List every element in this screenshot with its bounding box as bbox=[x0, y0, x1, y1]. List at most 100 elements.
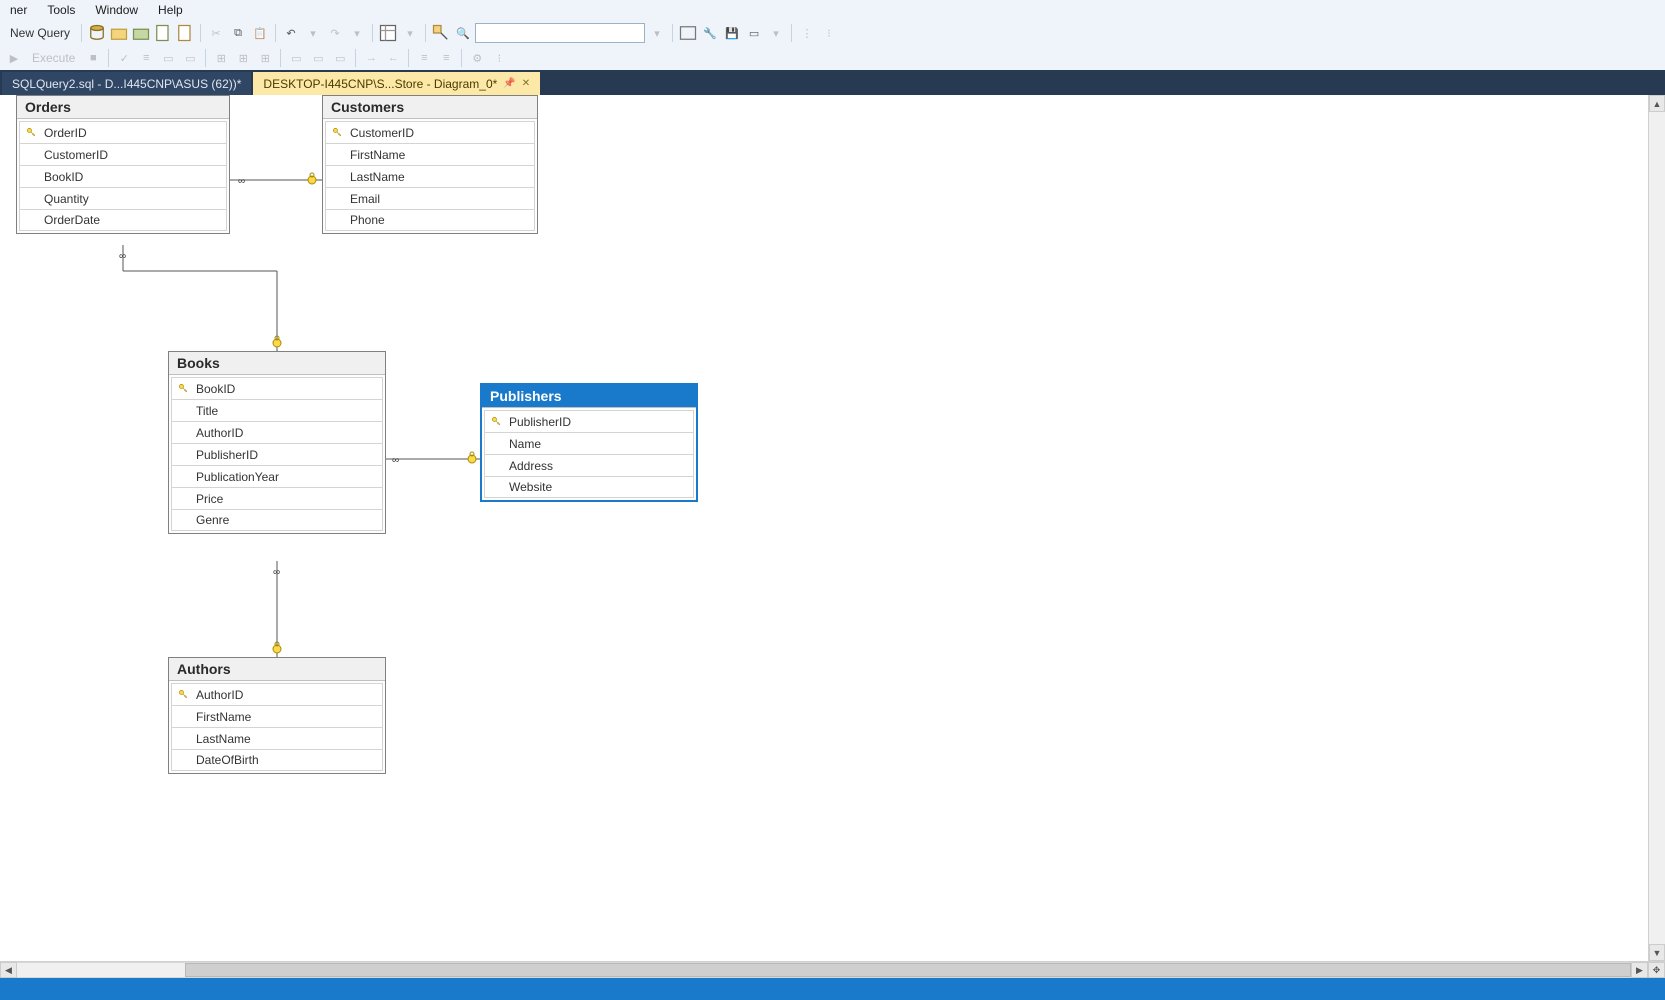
menu-item-designer[interactable]: ner bbox=[0, 0, 37, 20]
play-icon[interactable]: ▶ bbox=[4, 48, 24, 68]
indent-icon[interactable]: → bbox=[361, 48, 381, 68]
table-column[interactable]: OrderDate bbox=[19, 209, 227, 231]
grid-icon-2[interactable]: ⊞ bbox=[233, 48, 253, 68]
menu-item-help[interactable]: Help bbox=[148, 0, 193, 20]
properties-icon[interactable] bbox=[378, 23, 398, 43]
undo-dropdown-icon[interactable]: ▾ bbox=[303, 23, 323, 43]
table-title[interactable]: Customers bbox=[323, 96, 537, 119]
table-column[interactable]: Genre bbox=[171, 509, 383, 531]
folder-icon[interactable] bbox=[109, 23, 129, 43]
document-icon[interactable] bbox=[153, 23, 173, 43]
table-column[interactable]: Quantity bbox=[19, 187, 227, 209]
dropdown2-icon[interactable]: ▾ bbox=[647, 23, 667, 43]
menu-item-tools[interactable]: Tools bbox=[37, 0, 85, 20]
execute-button[interactable]: Execute bbox=[26, 48, 81, 68]
uncomment-icon[interactable]: ≡ bbox=[436, 48, 456, 68]
table-column[interactable]: Phone bbox=[325, 209, 535, 231]
pan-icon[interactable]: ✥ bbox=[1648, 962, 1665, 978]
table-column[interactable]: LastName bbox=[325, 165, 535, 187]
pin-icon[interactable]: 📌 bbox=[503, 78, 515, 89]
vertical-scrollbar[interactable]: ▲ ▼ bbox=[1648, 95, 1665, 961]
outdent-icon[interactable]: ← bbox=[383, 48, 403, 68]
table-column[interactable]: Price bbox=[171, 487, 383, 509]
est-plan-icon[interactable]: ▭ bbox=[158, 48, 178, 68]
folder-open-icon[interactable] bbox=[131, 23, 151, 43]
table-column[interactable]: Name bbox=[484, 432, 694, 454]
wrench-icon[interactable]: 🔧 bbox=[700, 23, 720, 43]
undo-icon[interactable]: ↶ bbox=[281, 23, 301, 43]
table-column[interactable]: AuthorID bbox=[171, 421, 383, 443]
table-title[interactable]: Publishers bbox=[482, 385, 696, 408]
scroll-down-icon[interactable]: ▼ bbox=[1649, 944, 1665, 961]
close-icon[interactable]: ✕ bbox=[522, 78, 530, 89]
table-column[interactable]: LastName bbox=[171, 727, 383, 749]
cut-icon[interactable]: ✂ bbox=[206, 23, 226, 43]
copy-icon[interactable]: ⧉ bbox=[228, 23, 248, 43]
new-query-button[interactable]: New Query bbox=[4, 23, 76, 43]
results-icon-2[interactable]: ▭ bbox=[308, 48, 328, 68]
grid-icon-1[interactable]: ⊞ bbox=[211, 48, 231, 68]
table-column[interactable]: FirstName bbox=[325, 143, 535, 165]
table-title[interactable]: Books bbox=[169, 352, 385, 375]
table-column[interactable]: Website bbox=[484, 476, 694, 498]
hscroll-thumb[interactable] bbox=[185, 963, 1631, 977]
grid-icon-3[interactable]: ⊞ bbox=[255, 48, 275, 68]
table-customers[interactable]: CustomersCustomerIDFirstNameLastNameEmai… bbox=[322, 95, 538, 234]
paste-icon[interactable]: 📋 bbox=[250, 23, 270, 43]
save-icon[interactable]: 💾 bbox=[722, 23, 742, 43]
tab-diagram[interactable]: DESKTOP-I445CNP\S...Store - Diagram_0* 📌… bbox=[253, 72, 540, 95]
document2-icon[interactable] bbox=[175, 23, 195, 43]
window-icon[interactable]: ▭ bbox=[744, 23, 764, 43]
comment-icon[interactable]: ≡ bbox=[414, 48, 434, 68]
dropdown3-icon[interactable]: ▾ bbox=[766, 23, 786, 43]
redo-icon[interactable]: ↷ bbox=[325, 23, 345, 43]
scroll-left-icon[interactable]: ◀ bbox=[0, 962, 17, 978]
find-icon[interactable] bbox=[431, 23, 451, 43]
table-column[interactable]: BookID bbox=[19, 165, 227, 187]
table-column[interactable]: Address bbox=[484, 454, 694, 476]
results-icon-1[interactable]: ▭ bbox=[286, 48, 306, 68]
table-column[interactable]: OrderID bbox=[19, 121, 227, 143]
stop-icon[interactable]: ■ bbox=[83, 48, 103, 68]
table-column[interactable]: DateOfBirth bbox=[171, 749, 383, 771]
table-orders[interactable]: OrdersOrderIDCustomerIDBookIDQuantityOrd… bbox=[16, 95, 230, 234]
table-title[interactable]: Authors bbox=[169, 658, 385, 681]
settings-icon[interactable]: ⋮ bbox=[797, 23, 817, 43]
table-column[interactable]: Title bbox=[171, 399, 383, 421]
table-title[interactable]: Orders bbox=[17, 96, 229, 119]
table-column[interactable]: FirstName bbox=[171, 705, 383, 727]
horizontal-scrollbar[interactable]: ◀ ▶ ✥ bbox=[0, 961, 1665, 978]
table-column[interactable]: CustomerID bbox=[19, 143, 227, 165]
column-name: Name bbox=[509, 437, 541, 451]
est-plan2-icon[interactable]: ▭ bbox=[180, 48, 200, 68]
scroll-up-icon[interactable]: ▲ bbox=[1649, 95, 1665, 112]
table-authors[interactable]: AuthorsAuthorIDFirstNameLastNameDateOfBi… bbox=[168, 657, 386, 774]
activity-icon[interactable] bbox=[678, 23, 698, 43]
redo-dropdown-icon[interactable]: ▾ bbox=[347, 23, 367, 43]
table-body: PublisherID Name AddressWebsite bbox=[482, 408, 696, 500]
scroll-right-icon[interactable]: ▶ bbox=[1631, 962, 1648, 978]
tab-sqlquery[interactable]: SQLQuery2.sql - D...I445CNP\ASUS (62))* bbox=[2, 72, 251, 95]
vscroll-track[interactable] bbox=[1649, 112, 1665, 944]
options-icon[interactable]: ⚙ bbox=[467, 48, 487, 68]
menu-item-window[interactable]: Window bbox=[85, 0, 148, 20]
table-column[interactable]: PublisherID bbox=[171, 443, 383, 465]
database-icon[interactable] bbox=[87, 23, 107, 43]
dropdown-icon[interactable]: ▾ bbox=[400, 23, 420, 43]
table-books[interactable]: BooksBookIDTitleAuthorIDPublisherIDPubli… bbox=[168, 351, 386, 534]
check-icon[interactable]: ✓ bbox=[114, 48, 134, 68]
hscroll-track[interactable] bbox=[17, 962, 1631, 978]
table-column[interactable]: BookID bbox=[171, 377, 383, 399]
search-combo[interactable] bbox=[475, 23, 645, 43]
table-column[interactable]: Email bbox=[325, 187, 535, 209]
diagram-canvas[interactable]: ∞ ∞ ∞ ∞ OrdersOrderIDCustomerIDBookIDQua… bbox=[0, 95, 1665, 961]
table-column[interactable]: CustomerID bbox=[325, 121, 535, 143]
results-icon-3[interactable]: ▭ bbox=[330, 48, 350, 68]
tab-label: SQLQuery2.sql - D...I445CNP\ASUS (62))* bbox=[12, 77, 241, 91]
parse-icon[interactable]: ≡ bbox=[136, 48, 156, 68]
table-column[interactable]: PublicationYear bbox=[171, 465, 383, 487]
table-column[interactable]: PublisherID bbox=[484, 410, 694, 432]
table-publishers[interactable]: PublishersPublisherID Name AddressWebsite bbox=[480, 383, 698, 502]
table-column[interactable]: AuthorID bbox=[171, 683, 383, 705]
search-icon[interactable]: 🔍 bbox=[453, 23, 473, 43]
